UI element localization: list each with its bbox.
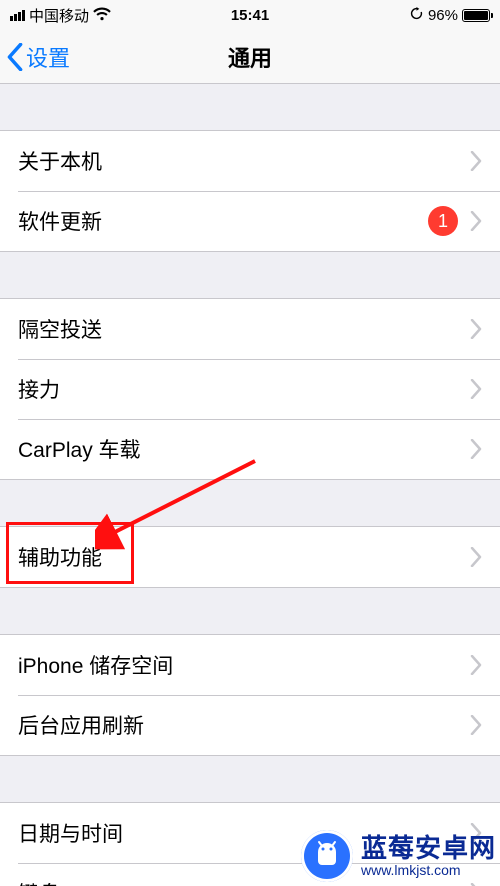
row-software-update[interactable]: 软件更新 1 (0, 191, 500, 251)
update-badge: 1 (428, 206, 458, 236)
row-keyboard[interactable]: 键盘 (0, 863, 500, 886)
rotation-lock-icon (409, 6, 424, 25)
row-label: 隔空投送 (18, 314, 470, 344)
chevron-right-icon (470, 211, 482, 231)
group-datetime: 日期与时间 键盘 (0, 802, 500, 886)
row-label: 后台应用刷新 (18, 710, 470, 740)
group-accessibility: 辅助功能 (0, 526, 500, 588)
page-title: 通用 (228, 41, 272, 73)
row-handoff[interactable]: 接力 (0, 359, 500, 419)
chevron-right-icon (470, 547, 482, 567)
row-about[interactable]: 关于本机 (0, 131, 500, 191)
status-left: 中国移动 (10, 5, 111, 26)
row-label: CarPlay 车载 (18, 434, 470, 464)
chevron-right-icon (470, 439, 482, 459)
wifi-icon (93, 7, 111, 24)
battery-percent-label: 96% (428, 7, 458, 24)
back-button[interactable]: 设置 (0, 41, 70, 73)
chevron-right-icon (470, 151, 482, 171)
group-about: 关于本机 软件更新 1 (0, 130, 500, 252)
nav-bar: 设置 通用 (0, 30, 500, 84)
back-label: 设置 (26, 41, 70, 73)
row-storage[interactable]: iPhone 储存空间 (0, 635, 500, 695)
chevron-left-icon (6, 43, 24, 71)
row-carplay[interactable]: CarPlay 车载 (0, 419, 500, 479)
row-label: iPhone 储存空间 (18, 650, 470, 680)
row-date-time[interactable]: 日期与时间 (0, 803, 500, 863)
signal-icon (10, 10, 25, 21)
chevron-right-icon (470, 715, 482, 735)
row-background-refresh[interactable]: 后台应用刷新 (0, 695, 500, 755)
carrier-label: 中国移动 (29, 5, 89, 26)
row-label: 日期与时间 (18, 818, 470, 848)
status-bar: 中国移动 15:41 96% (0, 0, 500, 30)
clock-label: 15:41 (231, 7, 269, 24)
group-storage: iPhone 储存空间 后台应用刷新 (0, 634, 500, 756)
chevron-right-icon (470, 823, 482, 843)
row-label: 软件更新 (18, 206, 428, 236)
battery-icon (462, 9, 490, 22)
row-label: 键盘 (18, 878, 470, 886)
row-label: 辅助功能 (18, 542, 470, 572)
row-accessibility[interactable]: 辅助功能 (0, 527, 500, 587)
group-airdrop: 隔空投送 接力 CarPlay 车载 (0, 298, 500, 480)
chevron-right-icon (470, 319, 482, 339)
chevron-right-icon (470, 655, 482, 675)
row-label: 接力 (18, 374, 470, 404)
row-label: 关于本机 (18, 146, 470, 176)
status-right: 96% (409, 6, 490, 25)
chevron-right-icon (470, 379, 482, 399)
row-airdrop[interactable]: 隔空投送 (0, 299, 500, 359)
